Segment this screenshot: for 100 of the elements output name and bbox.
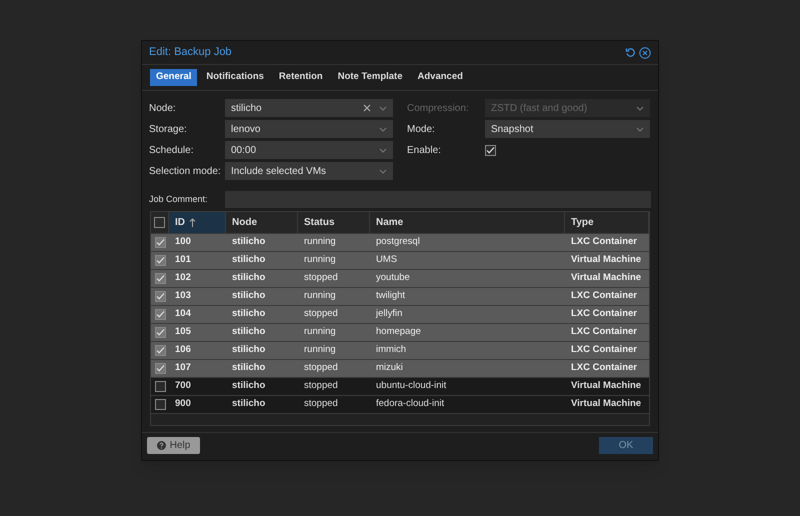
tab[interactable]: General: [150, 69, 198, 86]
table-cell-text: 100: [175, 235, 191, 250]
column-label: Name: [376, 216, 404, 230]
table-cell-text: Virtual Machine: [571, 379, 642, 394]
table-row[interactable]: 104 stilicho stopped jellyfin LXC Container: [151, 306, 649, 324]
checkbox[interactable]: [154, 309, 166, 320]
checkbox[interactable]: [154, 327, 166, 338]
table-cell-text: stilicho: [232, 253, 266, 268]
combo-field[interactable]: lenovo: [225, 120, 393, 138]
column-header[interactable]: ID: [169, 212, 226, 233]
checkbox[interactable]: [154, 273, 166, 284]
checkbox[interactable]: [154, 363, 166, 374]
reset-icon[interactable]: [625, 47, 636, 58]
field-value: stilicho: [231, 102, 263, 116]
table-cell-text: stilicho: [232, 271, 266, 286]
field-value: Snapshot: [491, 122, 534, 136]
chevron-down-icon: [379, 126, 387, 132]
table-cell-text: youtube: [376, 271, 410, 286]
table-cell-text: 700: [175, 379, 191, 394]
field-value: Include selected VMs: [231, 164, 328, 178]
column-header[interactable]: Type: [565, 212, 649, 233]
table-cell-text: Virtual Machine: [571, 271, 642, 286]
table-cell-text: 103: [175, 289, 191, 304]
close-icon[interactable]: [639, 46, 651, 58]
field-label: Compression:: [407, 102, 470, 116]
table-cell-text: LXC Container: [571, 361, 637, 376]
field-label: Selection mode:: [149, 164, 222, 178]
table-cell-text: running: [304, 325, 336, 340]
field-value: lenovo: [231, 122, 262, 136]
table-row[interactable]: 102 stilicho stopped youtube Virtual Machine: [151, 270, 649, 288]
sort-up-icon: [189, 218, 196, 227]
field-label: Node:: [149, 102, 177, 116]
table-row[interactable]: 101 stilicho running UMS Virtual Machine: [151, 252, 649, 270]
chevron-down-icon: [636, 106, 644, 110]
table-cell-text: stopped: [304, 361, 338, 376]
chevron-down-icon: [636, 126, 644, 132]
checkbox[interactable]: [154, 291, 166, 302]
checkbox[interactable]: [485, 144, 496, 156]
table-cell-text: stilicho: [232, 397, 266, 412]
column-label: Node: [232, 216, 257, 230]
table-cell-text: stilicho: [232, 307, 266, 322]
table-row[interactable]: 103 stilicho running twilight LXC Container: [151, 288, 649, 306]
tab[interactable]: Advanced: [412, 69, 469, 86]
checkbox[interactable]: [154, 255, 166, 266]
table-cell-text: 102: [175, 271, 191, 286]
column-label: Type: [571, 216, 594, 230]
combo-field[interactable]: 00:00: [225, 141, 393, 159]
column-header[interactable]: Node: [226, 212, 298, 233]
table-cell-text: 106: [175, 343, 191, 358]
checkbox[interactable]: [154, 399, 166, 410]
table-cell-text: LXC Container: [571, 325, 637, 340]
field-label: Schedule:: [149, 144, 194, 158]
table-cell-text: LXC Container: [571, 289, 637, 304]
table-cell-text: immich: [376, 343, 406, 358]
tab[interactable]: Notifications: [200, 69, 270, 86]
table-cell-text: stilicho: [232, 235, 266, 250]
chevron-down-icon: [379, 168, 387, 174]
combo-field[interactable]: Snapshot: [485, 120, 650, 138]
clear-icon[interactable]: [363, 104, 371, 112]
table-cell-text: stilicho: [232, 325, 266, 340]
table-cell-text: running: [304, 289, 336, 304]
field-label: Enable:: [407, 144, 442, 158]
table-row[interactable]: 900 stilicho stopped fedora-cloud-init Virtual Machine: [151, 396, 649, 414]
column-label: ID: [175, 216, 185, 230]
table-row[interactable]: 107 stilicho stopped mizuki LXC Container: [151, 360, 649, 378]
table-cell-text: stilicho: [232, 361, 266, 376]
table-cell-text: running: [304, 343, 336, 358]
combo-field[interactable]: Include selected VMs: [225, 162, 393, 180]
combo-field[interactable]: stilicho: [225, 99, 393, 117]
table-cell-text: 105: [175, 325, 191, 340]
field-label: Job Comment:: [149, 192, 209, 206]
table-cell-text: stilicho: [232, 343, 266, 358]
window-title: Edit: Backup Job: [149, 45, 233, 60]
table-cell-text: postgresql: [376, 235, 420, 250]
table-cell-text: homepage: [376, 325, 421, 340]
table-cell-text: 107: [175, 361, 191, 376]
table-row[interactable]: 106 stilicho running immich LXC Container: [151, 342, 649, 360]
table-cell-text: 101: [175, 253, 191, 268]
table-row[interactable]: 700 stilicho stopped ubuntu-cloud-init Virtual Machine: [151, 378, 649, 396]
table-cell-text: LXC Container: [571, 343, 637, 358]
help-icon: [156, 441, 166, 450]
table-row[interactable]: 100 stilicho running postgresql LXC Container: [151, 234, 649, 252]
checkbox[interactable]: [154, 381, 166, 392]
column-header[interactable]: Name: [370, 212, 565, 233]
table-cell-text: twilight: [376, 289, 406, 304]
table-cell-text: running: [304, 253, 336, 268]
tab[interactable]: Retention: [272, 69, 329, 86]
checkbox[interactable]: [154, 345, 166, 356]
checkbox[interactable]: [154, 237, 166, 248]
table-cell-text: UMS: [376, 253, 398, 268]
column-label: Status: [304, 216, 335, 230]
column-header[interactable]: Status: [298, 212, 370, 233]
checkbox[interactable]: [154, 217, 165, 228]
table-cell-text: jellyfin: [376, 307, 402, 322]
table-cell-text: Virtual Machine: [571, 253, 642, 268]
help-button[interactable]: Help: [147, 437, 200, 454]
chevron-down-icon: [379, 106, 387, 110]
table-row[interactable]: 105 stilicho running homepage LXC Container: [151, 324, 649, 342]
tab[interactable]: Note Template: [332, 69, 408, 86]
table-cell-text: stopped: [304, 397, 338, 412]
